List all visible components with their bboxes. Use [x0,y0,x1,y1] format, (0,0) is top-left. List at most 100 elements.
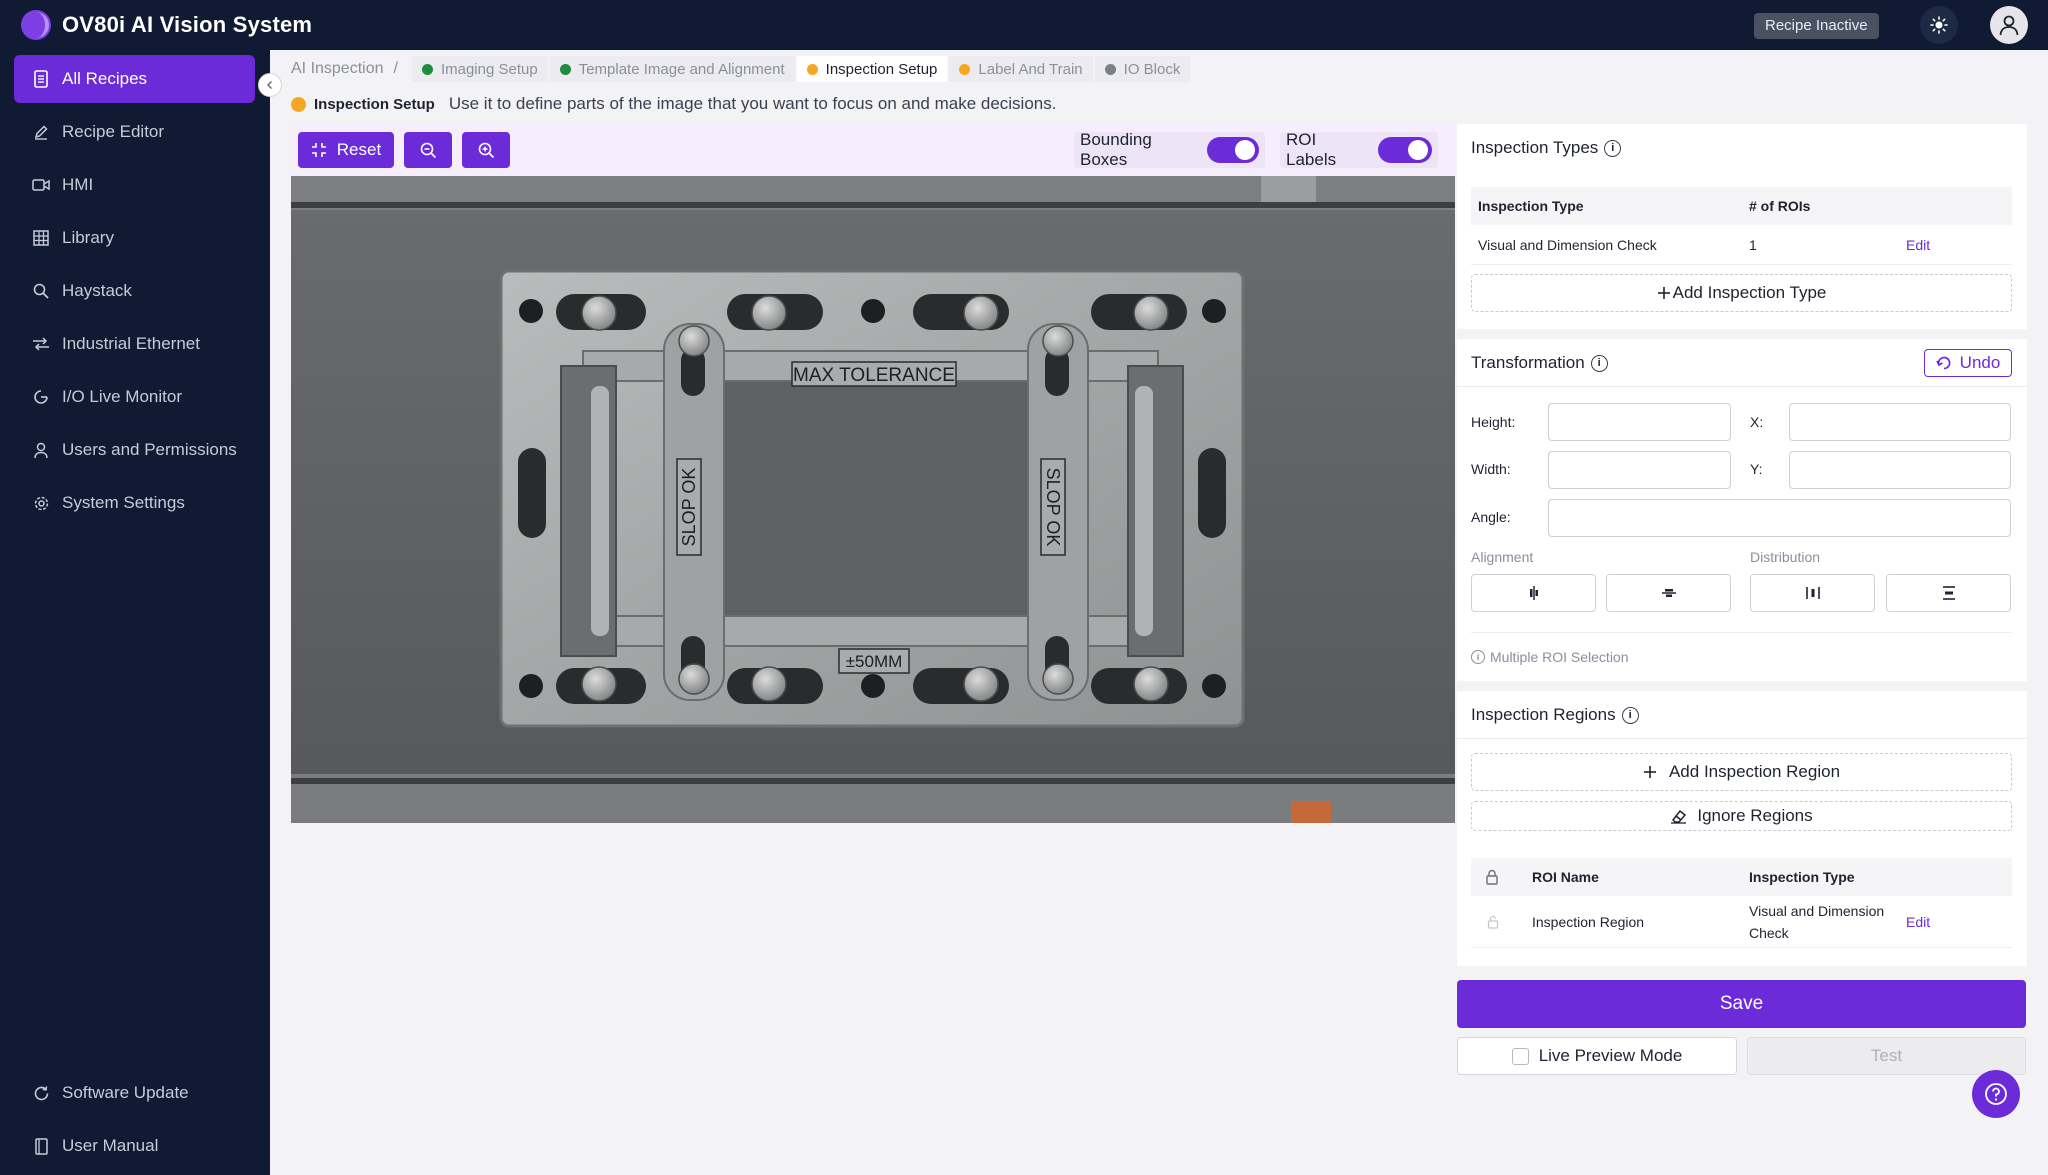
step-label: Imaging Setup [440,60,538,78]
info-icon[interactable]: i [1590,354,1608,372]
save-button[interactable]: Save [1457,980,2026,1028]
angle-input[interactable] [1548,499,2011,537]
bounding-boxes-toggle[interactable] [1207,137,1259,163]
sidebar-item-system-settings[interactable]: System Settings [14,479,255,527]
sidebar-item-label: System Settings [62,493,185,512]
roi-labels-label: ROI Labels [1286,130,1337,169]
height-input[interactable] [1548,403,1731,441]
panel-title-text: Inspection Types [1471,138,1599,157]
distribute-horizontal-button[interactable] [1750,574,1875,612]
hint-text: Multiple ROI Selection [1490,649,1629,665]
angle-label: Angle: [1471,509,1511,525]
sidebar-item-library[interactable]: Library [14,214,255,262]
plus-icon [1657,287,1670,299]
undo-label: Undo [1959,353,2001,372]
sidebar-item-recipe-editor[interactable]: Recipe Editor [14,108,255,156]
width-input[interactable] [1548,451,1731,489]
edit-roi-link[interactable]: Edit [1906,914,1930,930]
sidebar-item-label: I/O Live Monitor [62,387,182,406]
camera-image-canvas[interactable]: MAX TOLERANCE SLOP OK SLOP OK ±50MM [291,176,1455,823]
distribute-vertical-icon [1942,586,1955,600]
add-inspection-type-button[interactable]: Add Inspection Type [1471,274,2012,312]
refresh-icon [32,1084,50,1102]
help-button[interactable] [1972,1070,2020,1118]
inspection-regions-panel: Inspection Regions i Add Inspection Regi… [1457,691,2027,966]
zoom-out-button[interactable] [404,132,452,168]
align-horizontal-center-button[interactable] [1471,574,1596,612]
status-dot-icon [806,63,818,75]
bounding-boxes-toggle-group: Bounding Boxes [1074,130,1265,169]
status-dot-icon [1104,63,1116,75]
distribution-label: Distribution [1750,549,1821,565]
inspection-regions-title: Inspection Regions i [1471,705,1639,725]
info-icon: i [1471,650,1485,664]
sidebar-item-haystack[interactable]: Haystack [14,267,255,315]
inspected-part-image: MAX TOLERANCE SLOP OK SLOP OK ±50MM [291,176,1455,823]
sidebar: All Recipes Recipe Editor HMI Library Ha… [0,50,270,1175]
sidebar-item-users-and-permissions[interactable]: Users and Permissions [14,426,255,474]
pencil-icon [32,123,50,141]
lock-icon[interactable] [1485,869,1499,885]
sidebar-item-all-recipes[interactable]: All Recipes [14,55,255,103]
current-step-name: Inspection Setup [314,95,435,113]
align-vertical-center-button[interactable] [1606,574,1731,612]
step-imaging-setup[interactable]: Imaging Setup [411,56,548,82]
step-io-block[interactable]: IO Block [1094,56,1191,82]
sidebar-item-io-live-monitor[interactable]: I/O Live Monitor [14,373,255,421]
add-inspection-region-label: Add Inspection Region [1668,762,1841,781]
sidebar-item-software-update[interactable]: Software Update [14,1069,255,1117]
reset-button[interactable]: Reset [298,132,394,168]
align-horizontal-center-icon [1529,586,1538,600]
sidebar-item-user-manual[interactable]: User Manual [14,1122,255,1170]
sidebar-item-hmi[interactable]: HMI [14,161,255,209]
info-icon[interactable]: i [1604,139,1622,157]
y-input[interactable] [1789,451,2011,489]
undo-button[interactable]: Undo [1924,349,2012,377]
live-preview-toggle[interactable]: Live Preview Mode [1457,1037,1737,1075]
sidebar-item-label: HMI [62,175,94,194]
distribute-horizontal-icon [1805,587,1820,599]
step-inspection-setup[interactable]: Inspection Setup [796,56,948,82]
step-label-and-train[interactable]: Label And Train [949,56,1093,82]
unlocked-icon[interactable] [1487,915,1499,929]
x-input[interactable] [1789,403,2011,441]
collapse-sidebar-button[interactable] [258,73,282,97]
roi-inspection-type-line: Visual and Dimension [1749,902,1885,919]
width-label: Width: [1471,461,1511,477]
step-info-line: Inspection Setup Use it to define parts … [291,94,1056,114]
help-icon [1985,1083,2007,1105]
breadcrumb-root[interactable]: AI Inspection [291,60,384,78]
app-title: OV80i AI Vision System [62,12,313,37]
sidebar-item-label: Haystack [62,281,132,300]
theme-toggle-button[interactable] [1920,6,1958,44]
breadcrumb-separator: / [393,60,398,77]
info-icon[interactable]: i [1621,706,1639,724]
add-inspection-region-button[interactable]: Add Inspection Region [1471,753,2012,791]
part-label-max-tolerance: MAX TOLERANCE [793,365,955,386]
zoom-in-button[interactable] [462,132,510,168]
sidebar-item-industrial-ethernet[interactable]: Industrial Ethernet [14,320,255,368]
column-header: Inspection Type [1749,869,1855,885]
y-label: Y: [1750,461,1763,477]
roi-count: 1 [1749,236,1757,253]
user-account-button[interactable] [1990,6,2028,44]
part-label-slop-ok-right: SLOP OK [1043,468,1063,547]
step-template-image-and-alignment[interactable]: Template Image and Alignment [549,56,795,82]
alignment-label: Alignment [1471,549,1534,565]
roi-labels-toggle[interactable] [1378,137,1432,163]
add-inspection-type-label: Add Inspection Type [1672,283,1827,302]
reset-label: Reset [336,140,382,159]
inspection-regions-table-header: ROI Name Inspection Type [1471,858,2012,896]
eraser-icon [1671,809,1687,824]
distribute-vertical-button[interactable] [1886,574,2011,612]
live-preview-checkbox[interactable] [1511,1047,1529,1065]
test-button[interactable]: Test [1747,1037,2026,1075]
step-label: Template Image and Alignment [578,60,785,78]
sidebar-item-label: Recipe Editor [62,122,165,141]
table-row[interactable]: Inspection Region Visual and Dimension C… [1471,896,2012,948]
reset-zoom-icon [311,143,326,157]
monitor-icon [32,388,50,406]
edit-inspection-type-link[interactable]: Edit [1906,237,1930,253]
status-dot-icon [559,63,571,75]
ignore-regions-button[interactable]: Ignore Regions [1471,801,2012,831]
